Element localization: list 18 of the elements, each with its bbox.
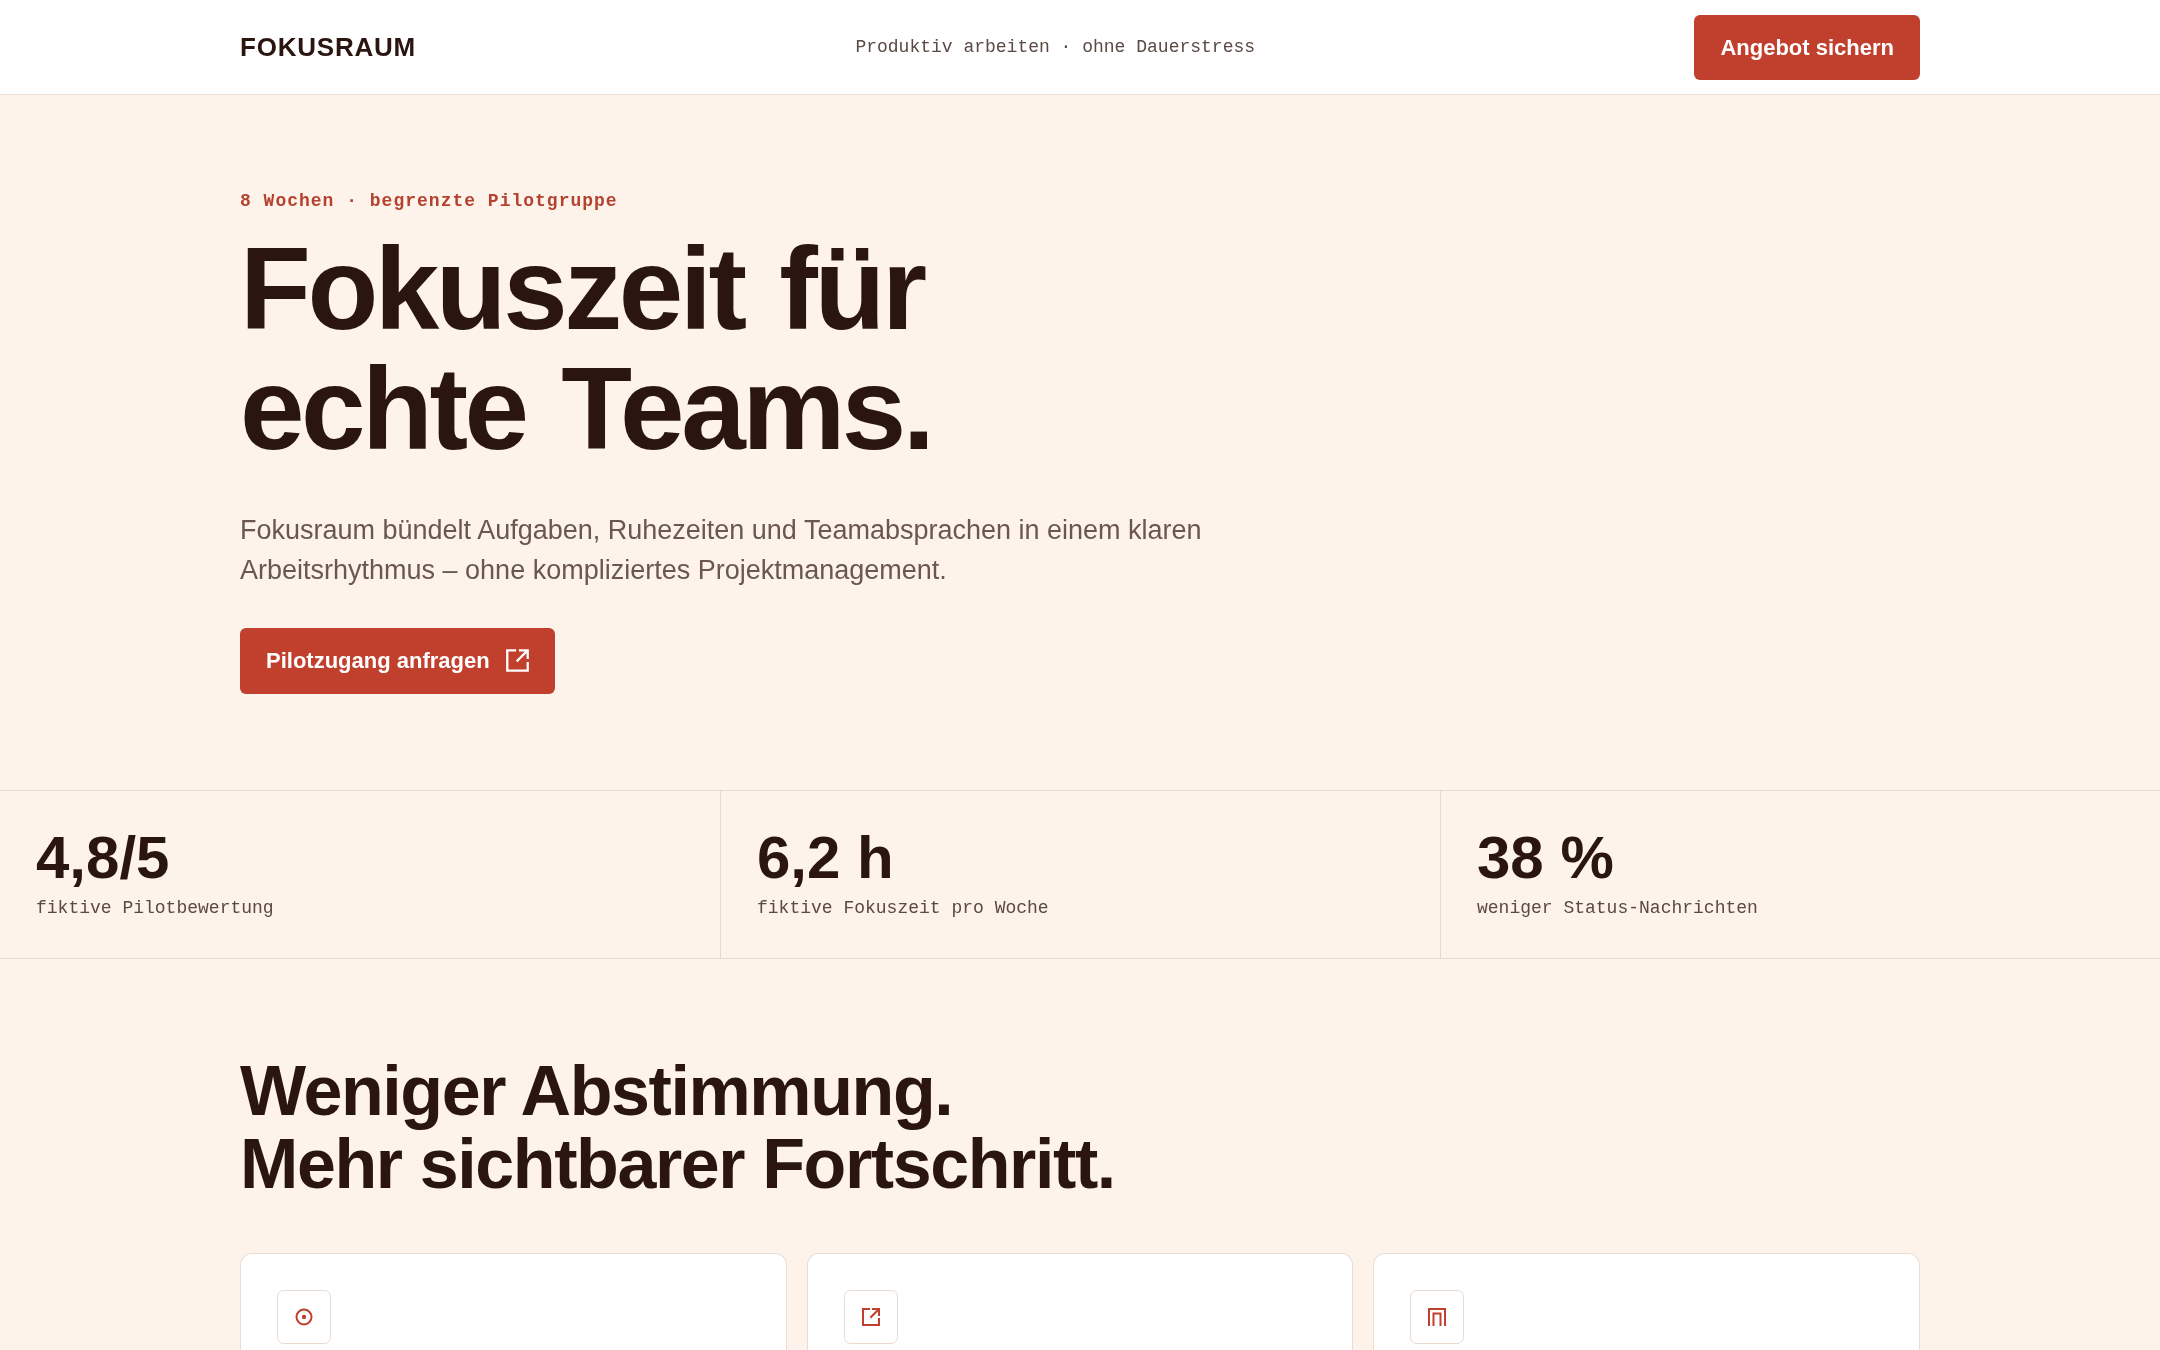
hero-heading: Fokuszeit für echte Teams.: [240, 228, 932, 470]
cta-button[interactable]: Angebot sichern: [1694, 14, 1920, 80]
tagline: Produktiv arbeiten · ohne Dauerstress: [855, 35, 1256, 59]
external-link-icon: [843, 1289, 898, 1344]
arch-icon: [1410, 1289, 1465, 1344]
hero-description: Fokusraum bündelt Aufgaben, Ruhezeiten und Teamabsprachen in einem klaren Arbeitsrhythmus – ohne kompliziertes Projektmanagement.: [240, 513, 1203, 587]
eyebrow-text: 8 Wochen · begrenzte Pilotgruppe: [240, 191, 618, 213]
external-link-icon: [505, 649, 529, 673]
request-access-button[interactable]: Pilotzugang anfragen: [240, 627, 555, 694]
section-heading: Weniger Abstimmung. Mehr sichtbarer Fortschritt.: [240, 1054, 1115, 1202]
stat-label: weniger Status-Nachrichten: [1477, 897, 1758, 920]
stat-label: fiktive Fokuszeit pro Woche: [757, 897, 1049, 920]
stat-value: 6,2 h: [757, 827, 894, 888]
stat-value: 38 %: [1477, 827, 1614, 888]
stat-label: fiktive Pilotbewertung: [36, 897, 274, 920]
stat-value: 4,8/5: [36, 827, 170, 888]
logo[interactable]: FOKUSRAUM: [240, 27, 416, 67]
target-icon: [277, 1289, 331, 1344]
